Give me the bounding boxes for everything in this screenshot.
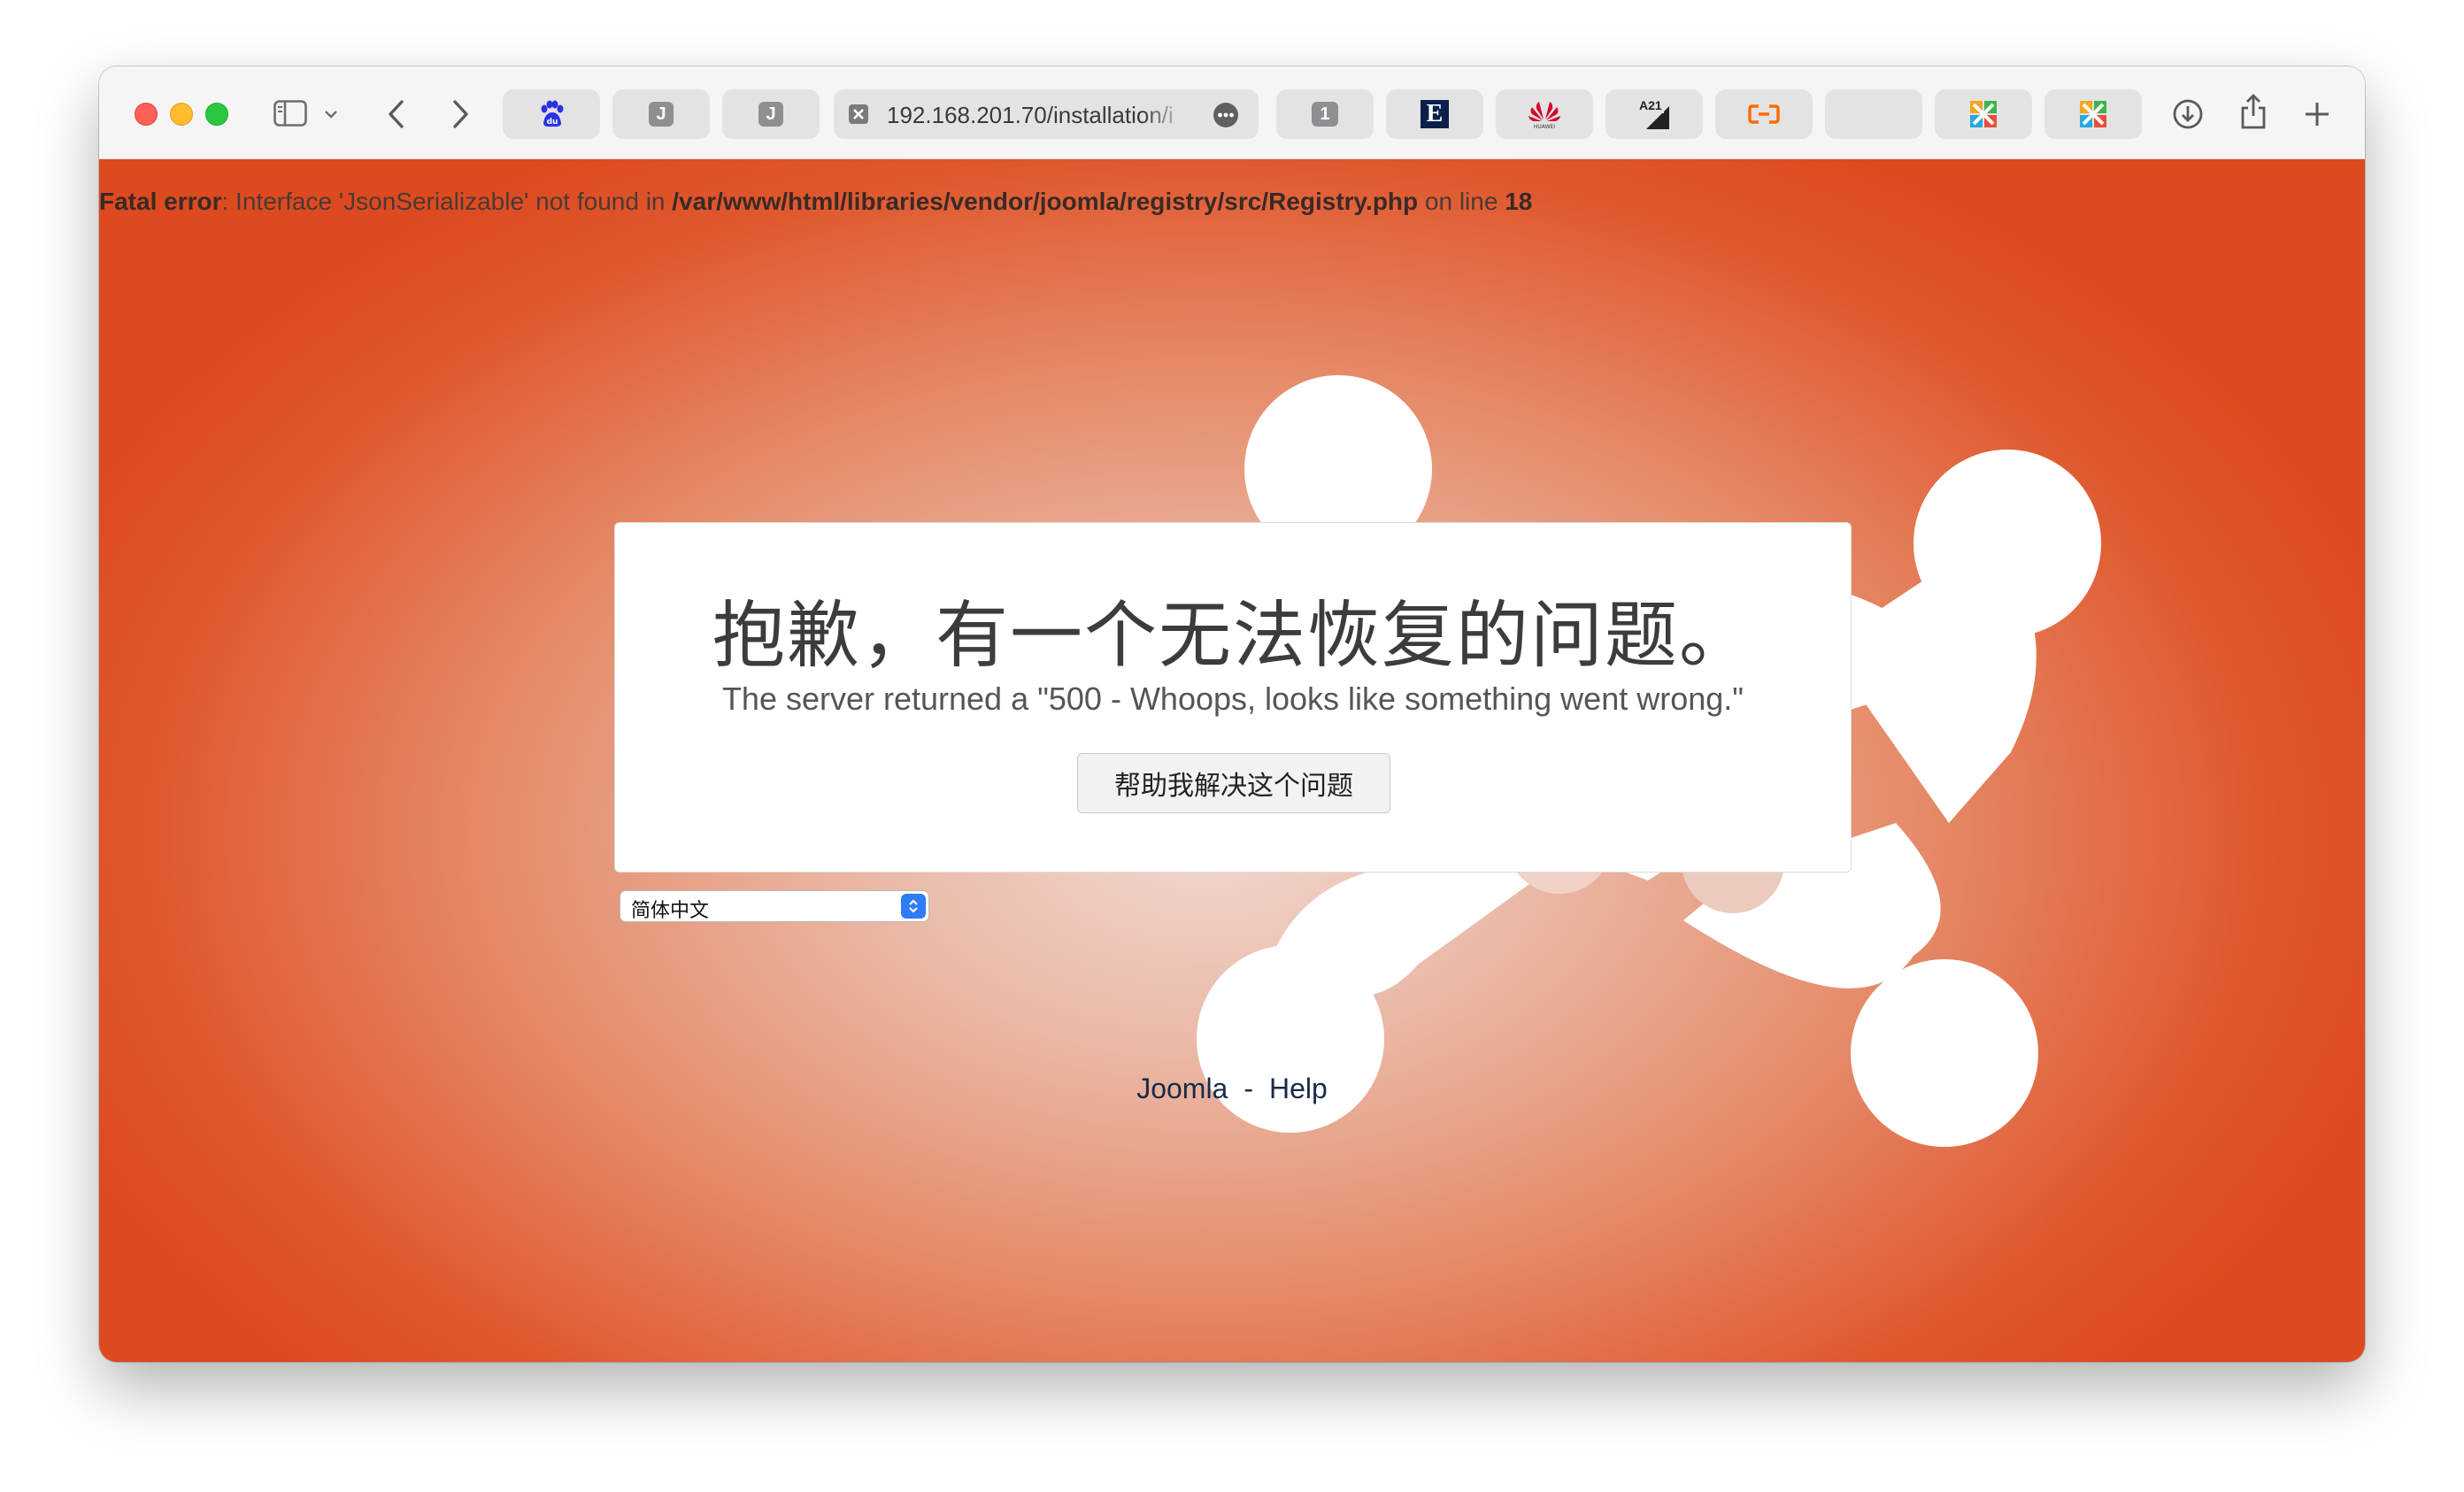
fatal-error-label: Fatal error [99,188,222,215]
joomla-favicon-icon: J [758,102,783,127]
browser-toolbar: du J J 192.168.201.70/installation/i 1 E [99,66,2365,159]
language-select-value: 简体中文 [631,900,710,922]
close-window-button[interactable] [135,103,158,126]
footer-joomla-link[interactable]: Joomla [1136,1073,1228,1104]
a21-favicon-icon: A21 [1639,99,1669,129]
downloads-icon[interactable] [2170,96,2206,132]
help-me-resolve-button[interactable]: 帮助我解决这个问题 [1077,753,1390,813]
minimize-window-button[interactable] [170,103,193,126]
new-tab-plus-icon[interactable] [2299,96,2335,132]
chevron-down-icon[interactable] [322,105,340,123]
huawei-logo-icon: HUAWEI [1528,102,1560,130]
browser-window: du J J 192.168.201.70/installation/i 1 E [99,66,2365,1362]
error-line-number: 18 [1505,188,1533,215]
baidu-paw-icon: du [541,100,564,127]
tab-huawei[interactable]: HUAWEI [1496,89,1593,139]
language-select[interactable]: 简体中文 [620,890,929,922]
tab-pinwheel-2[interactable] [2044,89,2142,139]
active-tab-address-bar[interactable]: 192.168.201.70/installation/i [834,89,1259,139]
fatal-error-message: Fatal error: Interface 'JsonSerializable… [99,188,1533,215]
forward-arrow-icon[interactable] [443,96,478,132]
number-one-favicon-icon: 1 [1312,102,1338,127]
pinwheel-icon [1970,101,1997,127]
economist-favicon-icon: E [1421,100,1449,128]
sidebar-toggle-icon[interactable] [273,98,308,128]
tab-joomla-2[interactable]: J [722,89,820,139]
tab-number-1[interactable]: 1 [1276,89,1374,139]
tab-close-icon[interactable] [846,102,871,127]
footer-separator: - [1244,1073,1253,1104]
more-options-icon[interactable] [1213,102,1239,128]
svg-text:HUAWEI: HUAWEI [1534,124,1555,130]
zoom-window-button[interactable] [205,103,228,126]
aliyun-logo-icon [1748,104,1780,124]
error-title: 抱歉，有一个无法恢复的问题。 [712,596,1753,676]
tab-economist[interactable]: E [1386,89,1483,139]
footer-help-link[interactable]: Help [1269,1073,1328,1104]
svg-text:du: du [547,118,558,127]
joomla-favicon-icon: J [649,102,674,127]
share-icon[interactable] [2236,91,2271,132]
select-arrows-icon [901,894,926,919]
tab-pinwheel-1[interactable] [1935,89,2032,139]
page-footer: Joomla - Help [99,1073,2365,1105]
error-file-path: /var/www/html/libraries/vendor/joomla/re… [672,188,1419,215]
tab-a21[interactable]: A21 [1605,89,1703,139]
error-card: 抱歉，有一个无法恢复的问题。 The server returned a "50… [614,522,1852,873]
error-subtitle: The server returned a "500 - Whoops, loo… [721,681,1744,717]
tab-aliyun[interactable] [1715,89,1813,139]
pinwheel-icon [2080,101,2106,127]
tab-joomla-1[interactable]: J [612,89,710,139]
back-arrow-icon[interactable] [379,96,414,132]
page-viewport: Fatal error: Interface 'JsonSerializable… [99,159,2365,1362]
tab-baidu[interactable]: du [503,89,600,139]
tab-blank[interactable] [1825,89,1922,139]
url-text[interactable]: 192.168.201.70/installation/i [887,102,1188,129]
